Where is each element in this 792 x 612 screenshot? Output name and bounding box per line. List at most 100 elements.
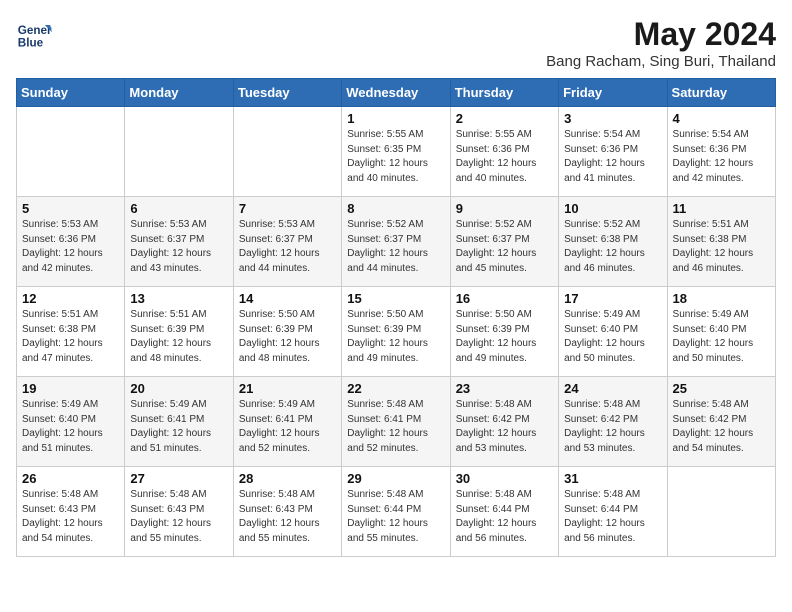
calendar-cell: 23 Sunrise: 5:48 AM Sunset: 6:42 PM Dayli…: [450, 377, 558, 467]
day-info: Sunrise: 5:48 AM Sunset: 6:42 PM Dayligh…: [564, 398, 661, 456]
calendar-cell: 19 Sunrise: 5:49 AM Sunset: 6:40 PM Dayli…: [17, 377, 125, 467]
day-number: 19: [22, 381, 119, 396]
day-number: 23: [456, 381, 553, 396]
day-number: 4: [673, 111, 770, 126]
day-info: Sunrise: 5:48 AM Sunset: 6:43 PM Dayligh…: [130, 488, 227, 546]
calendar-cell: 1 Sunrise: 5:55 AM Sunset: 6:35 PM Daylig…: [342, 107, 450, 197]
title-block: May 2024 Bang Racham, Sing Buri, Thailan…: [546, 16, 776, 70]
calendar-cell: 24 Sunrise: 5:48 AM Sunset: 6:42 PM Dayli…: [559, 377, 667, 467]
day-number: 5: [22, 201, 119, 216]
calendar-cell: 12Sunrise: 5:51 AM Sunset: 6:38 PM Dayli…: [17, 287, 125, 377]
calendar-cell: 21 Sunrise: 5:49 AM Sunset: 6:41 PM Dayli…: [233, 377, 341, 467]
day-number: 28: [239, 471, 336, 486]
calendar-cell: 15Sunrise: 5:50 AM Sunset: 6:39 PM Dayli…: [342, 287, 450, 377]
weekday-header-tuesday: Tuesday: [233, 79, 341, 107]
main-title: May 2024: [546, 16, 776, 53]
calendar-cell: 13 Sunrise: 5:51 AM Sunset: 6:39 PM Dayli…: [125, 287, 233, 377]
day-number: 25: [673, 381, 770, 396]
calendar-cell: 16Sunrise: 5:50 AM Sunset: 6:39 PM Dayli…: [450, 287, 558, 377]
svg-text:Blue: Blue: [18, 37, 44, 50]
day-number: 14: [239, 291, 336, 306]
day-info: Sunrise: 5:49 AM Sunset: 6:41 PM Dayligh…: [130, 398, 227, 456]
day-info: Sunrise: 5:50 AM Sunset: 6:39 PM Dayligh…: [347, 308, 444, 366]
day-info: Sunrise: 5:48 AM Sunset: 6:41 PM Dayligh…: [347, 398, 444, 456]
subtitle: Bang Racham, Sing Buri, Thailand: [546, 53, 776, 70]
day-info: Sunrise: 5:48 AM Sunset: 6:44 PM Dayligh…: [456, 488, 553, 546]
day-info: Sunrise: 5:48 AM Sunset: 6:44 PM Dayligh…: [564, 488, 661, 546]
day-info: Sunrise: 5:48 AM Sunset: 6:43 PM Dayligh…: [22, 488, 119, 546]
day-info: Sunrise: 5:55 AM Sunset: 6:36 PM Dayligh…: [456, 128, 553, 186]
day-info: Sunrise: 5:48 AM Sunset: 6:43 PM Dayligh…: [239, 488, 336, 546]
calendar-cell: [233, 107, 341, 197]
calendar-cell: 29 Sunrise: 5:48 AM Sunset: 6:44 PM Dayli…: [342, 467, 450, 557]
day-number: 26: [22, 471, 119, 486]
day-number: 8: [347, 201, 444, 216]
day-info: Sunrise: 5:48 AM Sunset: 6:42 PM Dayligh…: [673, 398, 770, 456]
day-number: 24: [564, 381, 661, 396]
weekday-header-monday: Monday: [125, 79, 233, 107]
day-number: 29: [347, 471, 444, 486]
calendar-cell: 3 Sunrise: 5:54 AM Sunset: 6:36 PM Daylig…: [559, 107, 667, 197]
calendar-cell: 17Sunrise: 5:49 AM Sunset: 6:40 PM Dayli…: [559, 287, 667, 377]
calendar-cell: 28 Sunrise: 5:48 AM Sunset: 6:43 PM Dayli…: [233, 467, 341, 557]
calendar-week-2: 5 Sunrise: 5:53 AM Sunset: 6:36 PM Daylig…: [17, 197, 776, 287]
calendar-cell: 6Sunrise: 5:53 AM Sunset: 6:37 PM Daylig…: [125, 197, 233, 287]
calendar-cell: [667, 467, 775, 557]
weekday-header-sunday: Sunday: [17, 79, 125, 107]
day-number: 7: [239, 201, 336, 216]
day-number: 21: [239, 381, 336, 396]
calendar-table: SundayMondayTuesdayWednesdayThursdayFrid…: [16, 78, 776, 557]
day-number: 20: [130, 381, 227, 396]
day-number: 13: [130, 291, 227, 306]
calendar-cell: 31 Sunrise: 5:48 AM Sunset: 6:44 PM Dayli…: [559, 467, 667, 557]
day-number: 12: [22, 291, 119, 306]
day-number: 2: [456, 111, 553, 126]
day-number: 9: [456, 201, 553, 216]
calendar-cell: 5 Sunrise: 5:53 AM Sunset: 6:36 PM Daylig…: [17, 197, 125, 287]
day-info: Sunrise: 5:52 AM Sunset: 6:37 PM Dayligh…: [347, 218, 444, 276]
day-number: 16: [456, 291, 553, 306]
calendar-cell: [125, 107, 233, 197]
day-number: 27: [130, 471, 227, 486]
calendar-cell: 30Sunrise: 5:48 AM Sunset: 6:44 PM Dayli…: [450, 467, 558, 557]
day-info: Sunrise: 5:51 AM Sunset: 6:39 PM Dayligh…: [130, 308, 227, 366]
day-info: Sunrise: 5:52 AM Sunset: 6:38 PM Dayligh…: [564, 218, 661, 276]
weekday-header-friday: Friday: [559, 79, 667, 107]
day-info: Sunrise: 5:53 AM Sunset: 6:36 PM Dayligh…: [22, 218, 119, 276]
calendar-cell: 22Sunrise: 5:48 AM Sunset: 6:41 PM Dayli…: [342, 377, 450, 467]
day-number: 18: [673, 291, 770, 306]
calendar-cell: 8 Sunrise: 5:52 AM Sunset: 6:37 PM Daylig…: [342, 197, 450, 287]
day-info: Sunrise: 5:49 AM Sunset: 6:40 PM Dayligh…: [22, 398, 119, 456]
day-info: Sunrise: 5:52 AM Sunset: 6:37 PM Dayligh…: [456, 218, 553, 276]
calendar-cell: 10Sunrise: 5:52 AM Sunset: 6:38 PM Dayli…: [559, 197, 667, 287]
calendar-cell: 14 Sunrise: 5:50 AM Sunset: 6:39 PM Dayli…: [233, 287, 341, 377]
day-info: Sunrise: 5:49 AM Sunset: 6:40 PM Dayligh…: [673, 308, 770, 366]
day-info: Sunrise: 5:48 AM Sunset: 6:44 PM Dayligh…: [347, 488, 444, 546]
calendar-cell: 4 Sunrise: 5:54 AM Sunset: 6:36 PM Daylig…: [667, 107, 775, 197]
day-info: Sunrise: 5:53 AM Sunset: 6:37 PM Dayligh…: [239, 218, 336, 276]
day-number: 6: [130, 201, 227, 216]
calendar-cell: 7 Sunrise: 5:53 AM Sunset: 6:37 PM Daylig…: [233, 197, 341, 287]
day-number: 1: [347, 111, 444, 126]
calendar-cell: 18 Sunrise: 5:49 AM Sunset: 6:40 PM Dayli…: [667, 287, 775, 377]
weekday-header-saturday: Saturday: [667, 79, 775, 107]
day-info: Sunrise: 5:54 AM Sunset: 6:36 PM Dayligh…: [673, 128, 770, 186]
calendar-cell: 25 Sunrise: 5:48 AM Sunset: 6:42 PM Dayli…: [667, 377, 775, 467]
weekday-header-row: SundayMondayTuesdayWednesdayThursdayFrid…: [17, 79, 776, 107]
day-number: 3: [564, 111, 661, 126]
day-info: Sunrise: 5:50 AM Sunset: 6:39 PM Dayligh…: [239, 308, 336, 366]
day-number: 31: [564, 471, 661, 486]
calendar-week-3: 12Sunrise: 5:51 AM Sunset: 6:38 PM Dayli…: [17, 287, 776, 377]
day-info: Sunrise: 5:49 AM Sunset: 6:41 PM Dayligh…: [239, 398, 336, 456]
page-header: General Blue May 2024 Bang Racham, Sing …: [16, 16, 776, 70]
calendar-header: SundayMondayTuesdayWednesdayThursdayFrid…: [17, 79, 776, 107]
calendar-cell: [17, 107, 125, 197]
logo-icon: General Blue: [16, 16, 52, 52]
day-info: Sunrise: 5:48 AM Sunset: 6:42 PM Dayligh…: [456, 398, 553, 456]
day-info: Sunrise: 5:55 AM Sunset: 6:35 PM Dayligh…: [347, 128, 444, 186]
calendar-cell: 2 Sunrise: 5:55 AM Sunset: 6:36 PM Daylig…: [450, 107, 558, 197]
day-info: Sunrise: 5:54 AM Sunset: 6:36 PM Dayligh…: [564, 128, 661, 186]
day-info: Sunrise: 5:49 AM Sunset: 6:40 PM Dayligh…: [564, 308, 661, 366]
calendar-cell: 11Sunrise: 5:51 AM Sunset: 6:38 PM Dayli…: [667, 197, 775, 287]
logo: General Blue: [16, 16, 52, 52]
